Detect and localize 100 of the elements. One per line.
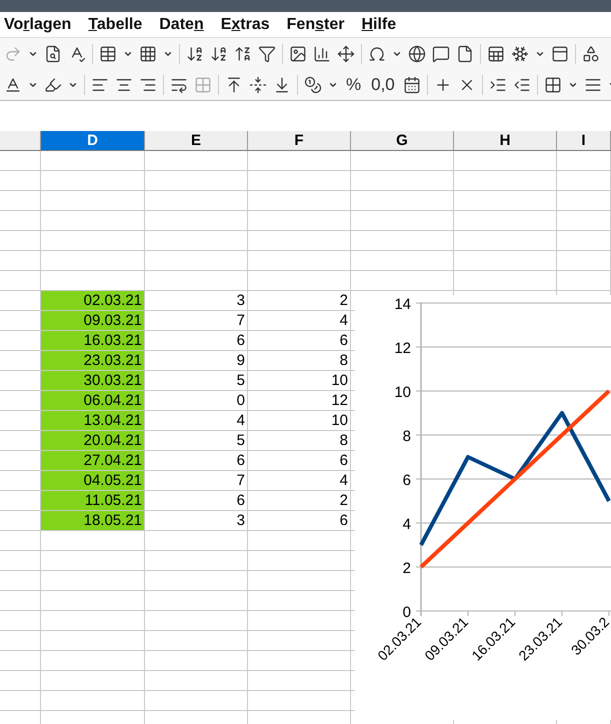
- column-header[interactable]: H: [454, 131, 557, 151]
- align-middle-icon[interactable]: [249, 76, 267, 94]
- table-cell: [0, 611, 41, 631]
- freeze-icon[interactable]: [511, 44, 529, 62]
- shapes-icon[interactable]: [582, 44, 600, 62]
- table-cell: [0, 691, 41, 711]
- currency-icon[interactable]: [304, 76, 322, 94]
- filter-icon[interactable]: [258, 44, 276, 62]
- column-header[interactable]: G: [351, 131, 454, 151]
- table-cell: 4: [248, 311, 351, 331]
- number-format-button[interactable]: %: [344, 74, 364, 94]
- table-cell: 3: [145, 511, 248, 531]
- table-cell: 27.04.21: [41, 451, 145, 471]
- menu-item[interactable]: Daten: [159, 16, 204, 34]
- table-cell: 5: [145, 371, 248, 391]
- borders-icon[interactable]: [544, 76, 562, 94]
- axis-label: 10: [394, 384, 411, 401]
- column-header[interactable]: E: [145, 131, 248, 151]
- table-cell: [0, 411, 41, 431]
- column-header[interactable]: F: [248, 131, 351, 151]
- row-table-icon[interactable]: [99, 44, 117, 62]
- table-cell: 6: [248, 451, 351, 471]
- table-cell: 10: [248, 371, 351, 391]
- menu-item[interactable]: Fenster: [286, 16, 344, 34]
- table-cell: [0, 151, 41, 171]
- table-cell: [557, 171, 611, 191]
- table-cell: 09.03.21: [41, 311, 145, 331]
- table-cell: [557, 211, 611, 231]
- table-cell: 8: [248, 431, 351, 451]
- axis-label: 0: [402, 604, 411, 621]
- table-cell: 16.03.21: [41, 331, 145, 351]
- menu-item[interactable]: Hilfe: [361, 16, 396, 34]
- comment-icon[interactable]: [432, 44, 450, 62]
- menu-item[interactable]: Extras: [220, 16, 270, 34]
- table-cell: 04.05.21: [41, 471, 145, 491]
- table-cell: 4: [145, 411, 248, 431]
- column-table-icon[interactable]: [139, 44, 157, 62]
- table-cell: [0, 371, 41, 391]
- chart-icon[interactable]: [313, 44, 331, 62]
- omega-icon[interactable]: [368, 44, 386, 62]
- table-cell: 2: [248, 491, 351, 511]
- table-cell: [0, 271, 41, 291]
- table-cell: [557, 191, 611, 211]
- table-cell: [0, 531, 41, 551]
- sort-ascending-icon[interactable]: [210, 44, 228, 62]
- table-cell: [0, 471, 41, 491]
- table-cell: [0, 391, 41, 411]
- table-cell: [0, 191, 41, 211]
- table-cell: [0, 251, 41, 271]
- table-cell: 02.03.21: [41, 291, 145, 311]
- column-header[interactable]: I: [557, 131, 611, 151]
- sort-icon[interactable]: [186, 44, 204, 62]
- menu-item[interactable]: Tabelle: [88, 16, 142, 34]
- table-cell: 6: [248, 511, 351, 531]
- table-cell: [0, 351, 41, 371]
- sort-descending-icon[interactable]: [234, 44, 252, 62]
- table-cell: 6: [248, 331, 351, 351]
- align-bottom-icon[interactable]: [273, 76, 291, 94]
- table-cell: 06.04.21: [41, 391, 145, 411]
- table-cell: 18.05.21: [41, 511, 145, 531]
- table-cell: 12: [248, 391, 351, 411]
- table-cell: 0: [145, 391, 248, 411]
- table-cell: [0, 491, 41, 511]
- table-cell: [557, 251, 611, 271]
- split-window-icon[interactable]: [551, 44, 569, 62]
- number-format-button[interactable]: 0,0: [369, 74, 397, 94]
- table-cell: 6: [145, 451, 248, 471]
- table-cell: [0, 291, 41, 311]
- find-icon[interactable]: [44, 44, 62, 62]
- table-cell: 6: [145, 331, 248, 351]
- table-cell: [0, 591, 41, 611]
- table-cell: [0, 171, 41, 191]
- sheet-icon[interactable]: [487, 44, 505, 62]
- font-color-icon[interactable]: [4, 76, 22, 94]
- table-cell: 3: [145, 291, 248, 311]
- table-cell: [0, 571, 41, 591]
- table-cell: [0, 511, 41, 531]
- axis-label: 12: [394, 340, 411, 357]
- table-cell: 4: [248, 471, 351, 491]
- table-cell: 5: [145, 431, 248, 451]
- axis-label: 6: [402, 472, 411, 489]
- table-cell: [0, 451, 41, 471]
- table-cell: [0, 211, 41, 231]
- align-top-icon[interactable]: [225, 76, 243, 94]
- table-cell: 8: [248, 351, 351, 371]
- image-icon[interactable]: [289, 44, 307, 62]
- axis-label: 4: [402, 516, 411, 533]
- menu-item[interactable]: Vorlagen: [4, 16, 72, 34]
- table-cell: [0, 651, 41, 671]
- table-cell: 7: [145, 311, 248, 331]
- column-header[interactable]: D: [41, 131, 145, 151]
- table-cell: 10: [248, 411, 351, 431]
- table-cell: 13.04.21: [41, 411, 145, 431]
- date-icon[interactable]: [402, 76, 421, 94]
- highlight-icon[interactable]: [44, 76, 62, 94]
- table-cell: [0, 631, 41, 651]
- table-cell: 9: [145, 351, 248, 371]
- page-icon[interactable]: [456, 44, 474, 62]
- axis-label: 8: [402, 428, 411, 445]
- merge-cells-icon[interactable]: [194, 76, 212, 94]
